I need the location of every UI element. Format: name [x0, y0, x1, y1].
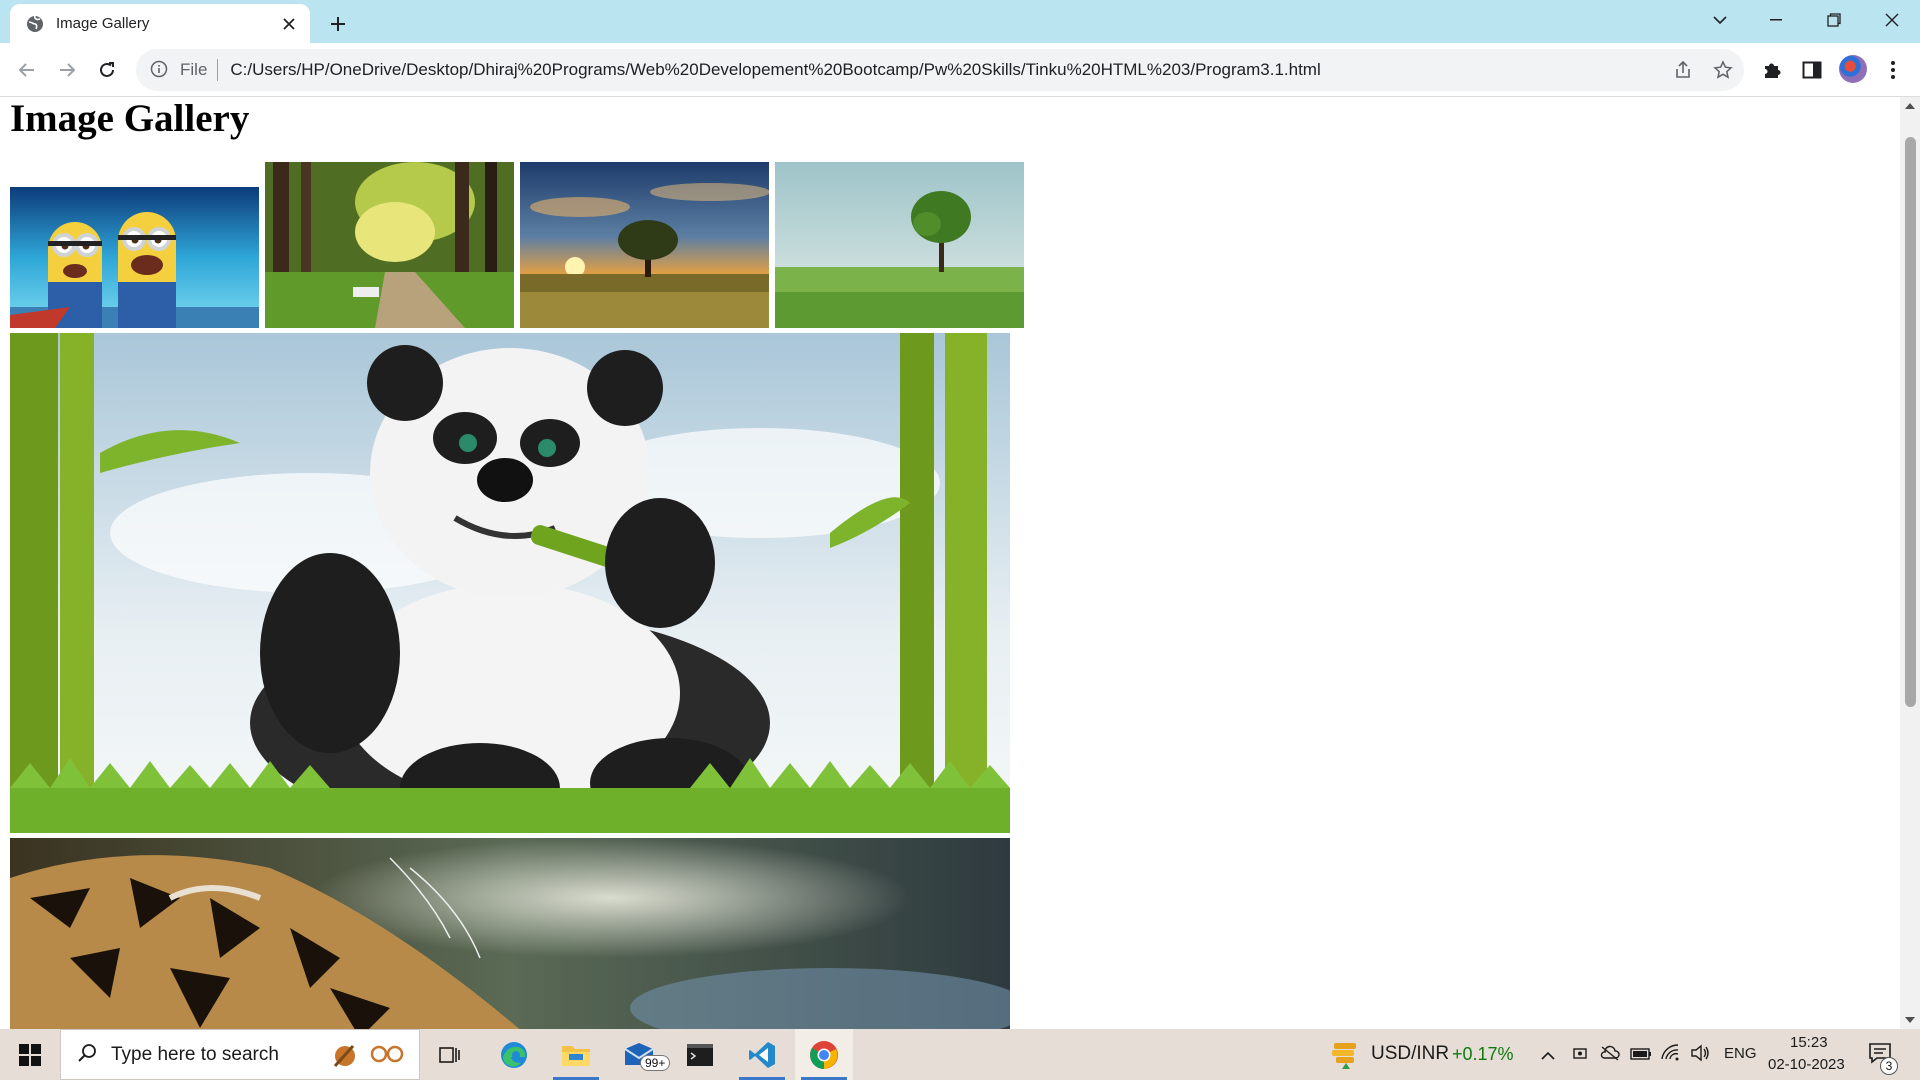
share-icon[interactable]	[1672, 59, 1694, 81]
clock-time[interactable]: 15:23	[1790, 1034, 1828, 1051]
mail-unread-badge: 99+	[640, 1055, 671, 1071]
new-tab-button[interactable]	[322, 8, 354, 40]
restore-button[interactable]	[1806, 0, 1862, 40]
volume-icon[interactable]	[1690, 1044, 1710, 1066]
battery-icon[interactable]	[1630, 1046, 1652, 1065]
globe-icon	[26, 15, 44, 33]
scrollbar-thumb[interactable]	[1905, 137, 1916, 707]
page-viewport: Image Gallery	[0, 97, 1900, 1029]
task-view-icon[interactable]	[421, 1029, 479, 1080]
tab-strip: Image Gallery	[0, 0, 1920, 43]
windows-taskbar: Type here to search 99+ USD/INR +0.17% E…	[0, 1029, 1920, 1080]
vertical-scrollbar[interactable]	[1900, 97, 1920, 1029]
minimize-button[interactable]	[1748, 0, 1804, 40]
chrome-browser-icon[interactable]	[795, 1029, 853, 1080]
info-icon[interactable]	[150, 60, 170, 80]
edge-browser-icon[interactable]	[485, 1029, 543, 1080]
onedrive-cloud-icon[interactable]	[1600, 1045, 1620, 1065]
vscode-icon[interactable]	[733, 1029, 791, 1080]
tab-title: Image Gallery	[56, 15, 150, 32]
ticker-change[interactable]: +0.17%	[1452, 1044, 1514, 1065]
url-text[interactable]: C:/Users/HP/OneDrive/Desktop/Dhiraj%20Pr…	[230, 60, 1744, 80]
bookmark-star-icon[interactable]	[1712, 59, 1734, 81]
search-placeholder: Type here to search	[111, 1043, 279, 1065]
taskbar-search-box[interactable]: Type here to search	[60, 1029, 420, 1080]
currency-ticker-icon[interactable]	[1330, 1039, 1360, 1073]
ticker-symbol[interactable]: USD/INR	[1371, 1043, 1449, 1065]
wifi-icon[interactable]	[1660, 1043, 1680, 1065]
file-explorer-icon[interactable]	[547, 1029, 605, 1080]
terminal-icon[interactable]	[671, 1029, 729, 1080]
back-button[interactable]	[9, 52, 45, 88]
scroll-up-arrow-icon[interactable]	[1900, 97, 1920, 115]
scroll-down-arrow-icon[interactable]	[1900, 1011, 1920, 1029]
gallery-image-minions	[10, 187, 259, 328]
tab-search-chevron-down-icon[interactable]	[1692, 0, 1748, 40]
side-panel-icon[interactable]	[1798, 56, 1826, 84]
gallery-image-panda	[10, 333, 1010, 833]
browser-toolbar: File C:/Users/HP/OneDrive/Desktop/Dhiraj…	[0, 43, 1920, 97]
close-icon[interactable]	[280, 15, 298, 33]
omnibox-divider	[217, 59, 219, 81]
search-highlight-illustration-icon	[323, 1038, 413, 1078]
mail-app-icon[interactable]: 99+	[610, 1029, 671, 1080]
language-indicator[interactable]: ENG	[1724, 1045, 1757, 1062]
gallery-image-tiger	[10, 838, 1010, 1029]
clock-date[interactable]: 02-10-2023	[1768, 1056, 1845, 1073]
scheme-label: File	[180, 60, 208, 79]
reload-button[interactable]	[89, 52, 125, 88]
extensions-puzzle-icon[interactable]	[1758, 56, 1786, 84]
forward-button[interactable]	[49, 52, 85, 88]
meet-now-icon[interactable]	[1572, 1044, 1588, 1066]
search-icon	[77, 1043, 97, 1067]
close-window-button[interactable]	[1864, 0, 1920, 40]
profile-avatar[interactable]	[1839, 55, 1867, 83]
page-heading: Image Gallery	[10, 97, 250, 140]
gallery-image-forest-path	[265, 162, 514, 328]
chevron-up-icon[interactable]	[1541, 1046, 1555, 1065]
address-bar[interactable]: File C:/Users/HP/OneDrive/Desktop/Dhiraj…	[136, 49, 1744, 91]
start-button[interactable]	[0, 1029, 60, 1080]
gallery-image-sunset-tree	[520, 162, 769, 328]
notification-count-badge: 3	[1880, 1057, 1898, 1075]
browser-tab[interactable]: Image Gallery	[10, 4, 310, 43]
menu-kebab-icon[interactable]	[1879, 56, 1907, 84]
gallery-image-tree-in-meadow	[775, 162, 1024, 328]
